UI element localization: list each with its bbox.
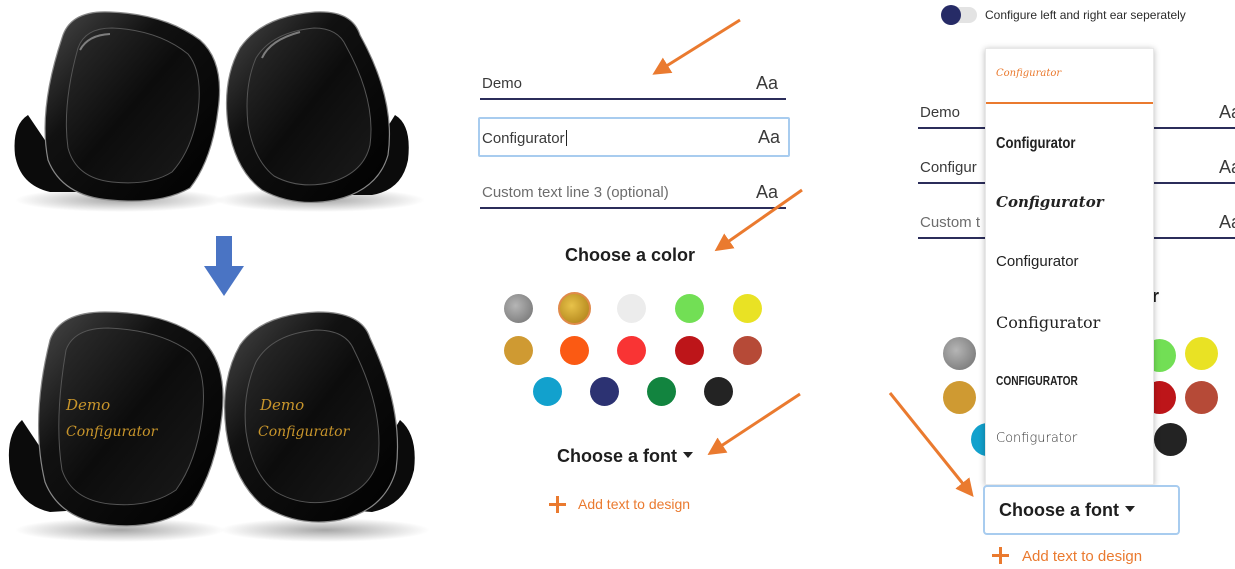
swatch-ochre[interactable] — [504, 336, 533, 365]
right-text-line-2-value: Configur — [920, 159, 977, 176]
engraving-left-line2: Configurator — [66, 424, 158, 440]
engraving-right-line2: Configurator — [258, 424, 350, 440]
plus-icon — [992, 547, 1009, 564]
swatch-navy[interactable] — [590, 377, 619, 406]
font-option-caps-condensed[interactable]: CONFIGURATOR — [986, 349, 1153, 409]
swatch-cyan[interactable] — [533, 377, 562, 406]
font-option-sans[interactable]: Configurator — [986, 229, 1153, 289]
add-text-link[interactable]: Add text to design — [1022, 548, 1142, 565]
toggle-knob — [941, 5, 961, 25]
font-option-handwritten[interactable]: Configurator — [986, 409, 1153, 469]
text-line-2-value: Configurator — [482, 130, 567, 147]
caret-down-icon — [1125, 506, 1135, 512]
engraving-right-line1: Demo — [260, 396, 305, 414]
swatch-gold-glitter[interactable] — [558, 292, 591, 325]
earbud-illustration — [8, 11, 430, 542]
swatch-brick[interactable] — [1185, 381, 1218, 414]
font-option-serif[interactable]: Configurator — [986, 289, 1153, 349]
separate-ears-toggle[interactable] — [941, 5, 977, 25]
swatch-black[interactable] — [1154, 423, 1187, 456]
font-style-icon[interactable]: Aa — [1219, 157, 1235, 178]
swatch-silver-glitter[interactable] — [504, 294, 533, 323]
font-style-icon[interactable]: Aa — [1219, 102, 1235, 123]
swatch-orange[interactable] — [560, 336, 589, 365]
down-arrow-icon — [204, 236, 244, 296]
add-text-link[interactable]: Add text to design — [578, 496, 690, 512]
annotation-arrows-middle — [652, 18, 803, 455]
swatch-yellow[interactable] — [1185, 337, 1218, 370]
plus-icon — [549, 496, 566, 513]
right-text-line-1-value: Demo — [920, 104, 961, 121]
choose-font-button-label: Choose a font — [999, 500, 1135, 521]
font-option-brush-script[interactable]: Configurator — [986, 167, 1153, 227]
choose-font-button[interactable]: Choose a font — [983, 485, 1180, 535]
font-option-script-selected[interactable]: Configurator — [986, 49, 1153, 104]
text-line-1-value: Demo — [482, 75, 523, 92]
engraving-left-line1: Demo — [66, 396, 111, 414]
font-option-condensed-bold[interactable]: Configurator — [986, 109, 1153, 164]
font-style-icon[interactable]: Aa — [1219, 212, 1235, 233]
earbud-right-plain — [215, 11, 425, 212]
text-cursor — [565, 130, 567, 146]
separate-ears-label: Configure left and right ear seperately — [985, 8, 1186, 22]
earbud-left-plain — [14, 11, 225, 212]
right-text-line-3-value: Custom t — [920, 214, 981, 231]
swatch-silver-glitter[interactable] — [943, 337, 976, 370]
annotation-arrow-right — [888, 392, 974, 498]
font-dropdown-menu[interactable]: Configurator Configurator Configurator C… — [985, 48, 1154, 485]
